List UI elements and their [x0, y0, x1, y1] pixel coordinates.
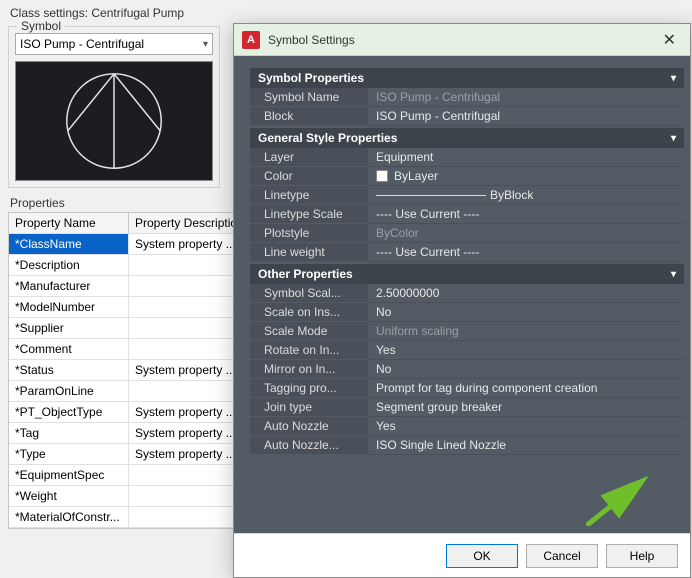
cell-property-name: *Comment — [9, 339, 129, 359]
row-color[interactable]: ColorByLayer — [250, 167, 684, 186]
cell-property-desc: System property ... — [129, 423, 239, 443]
row-scale-on-insert[interactable]: Scale on Ins...No — [250, 303, 684, 322]
dialog-titlebar[interactable]: A Symbol Settings ✕ — [234, 24, 690, 56]
cell-property-desc — [129, 339, 239, 359]
cell-property-name: *ModelNumber — [9, 297, 129, 317]
row-linetype[interactable]: LinetypeByBlock — [250, 186, 684, 205]
row-rotate-on-insert[interactable]: Rotate on In...Yes — [250, 341, 684, 360]
app-icon: A — [242, 31, 260, 49]
symbol-dropdown-value: ISO Pump - Centrifugal — [20, 37, 144, 51]
cell-property-desc: System property ... — [129, 444, 239, 464]
cell-property-name: *Description — [9, 255, 129, 275]
row-mirror-on-insert[interactable]: Mirror on In...No — [250, 360, 684, 379]
cell-property-desc: System property ... — [129, 360, 239, 380]
ok-button[interactable]: OK — [446, 544, 518, 568]
row-linetype-scale[interactable]: Linetype Scale---- Use Current ---- — [250, 205, 684, 224]
cell-property-desc — [129, 318, 239, 338]
collapse-icon: ▾ — [671, 133, 676, 144]
row-auto-nozzle[interactable]: Auto NozzleYes — [250, 417, 684, 436]
cell-property-name: *Weight — [9, 486, 129, 506]
cell-property-desc — [129, 465, 239, 485]
pump-icon — [16, 62, 212, 180]
section-general-style[interactable]: General Style Properties▾ — [250, 128, 684, 148]
row-block[interactable]: BlockISO Pump - Centrifugal — [250, 107, 684, 126]
row-join-type[interactable]: Join typeSegment group breaker — [250, 398, 684, 417]
symbol-legend: Symbol — [17, 19, 65, 33]
header-property-name[interactable]: Property Name — [9, 213, 129, 233]
cell-property-name: *Tag — [9, 423, 129, 443]
row-symbol-scale[interactable]: Symbol Scal...2.50000000 — [250, 284, 684, 303]
cell-property-desc — [129, 381, 239, 401]
cell-property-name: *PT_ObjectType — [9, 402, 129, 422]
close-icon[interactable]: ✕ — [657, 28, 682, 52]
cell-property-desc — [129, 486, 239, 506]
cell-property-name: *EquipmentSpec — [9, 465, 129, 485]
dialog-body: Symbol Properties▾ Symbol NameISO Pump -… — [234, 56, 690, 533]
symbol-group: Symbol ISO Pump - Centrifugal ▾ — [8, 26, 220, 188]
row-layer[interactable]: LayerEquipment — [250, 148, 684, 167]
linetype-preview-icon — [376, 195, 486, 196]
row-tagging-prompt[interactable]: Tagging pro...Prompt for tag during comp… — [250, 379, 684, 398]
window-title: Class settings: Centrifugal Pump — [0, 0, 692, 22]
chevron-down-icon: ▾ — [203, 39, 208, 50]
row-symbol-name[interactable]: Symbol NameISO Pump - Centrifugal — [250, 88, 684, 107]
cell-property-name: *Supplier — [9, 318, 129, 338]
symbol-dropdown[interactable]: ISO Pump - Centrifugal ▾ — [15, 33, 213, 55]
cell-property-desc — [129, 507, 239, 527]
color-swatch-icon — [376, 170, 388, 182]
cell-property-name: *ParamOnLine — [9, 381, 129, 401]
cancel-button[interactable]: Cancel — [526, 544, 598, 568]
cell-property-desc: System property ... — [129, 402, 239, 422]
cell-property-name: *Status — [9, 360, 129, 380]
symbol-preview — [15, 61, 213, 181]
collapse-icon: ▾ — [671, 73, 676, 84]
cell-property-desc — [129, 255, 239, 275]
row-plotstyle[interactable]: PlotstyleByColor — [250, 224, 684, 243]
cell-property-name: *Manufacturer — [9, 276, 129, 296]
header-property-desc[interactable]: Property Description — [129, 213, 239, 233]
collapse-icon: ▾ — [671, 269, 676, 280]
callout-arrow-icon — [586, 476, 656, 526]
row-auto-nozzle-style[interactable]: Auto Nozzle...ISO Single Lined Nozzle — [250, 436, 684, 455]
row-line-weight[interactable]: Line weight---- Use Current ---- — [250, 243, 684, 262]
help-button[interactable]: Help — [606, 544, 678, 568]
cell-property-name: *Type — [9, 444, 129, 464]
dialog-button-bar: OK Cancel Help — [234, 533, 690, 577]
section-other-properties[interactable]: Other Properties▾ — [250, 264, 684, 284]
cell-property-name: *ClassName — [9, 234, 129, 254]
cell-property-name: *MaterialOfConstr... — [9, 507, 129, 527]
dialog-title: Symbol Settings — [268, 33, 657, 47]
cell-property-desc — [129, 276, 239, 296]
symbol-settings-dialog: A Symbol Settings ✕ Symbol Properties▾ S… — [233, 23, 691, 578]
section-symbol-properties[interactable]: Symbol Properties▾ — [250, 68, 684, 88]
cell-property-desc — [129, 297, 239, 317]
row-scale-mode[interactable]: Scale ModeUniform scaling — [250, 322, 684, 341]
cell-property-desc: System property ... — [129, 234, 239, 254]
